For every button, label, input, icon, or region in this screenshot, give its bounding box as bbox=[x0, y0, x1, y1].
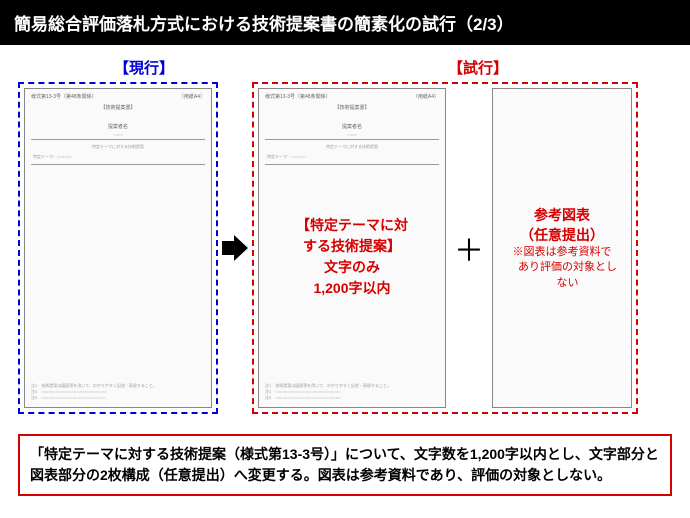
doc-trial-a: 様式第13-3号（第48条関係） （用紙A4） 【技術提案書】 提案者名 ○○○… bbox=[258, 88, 446, 408]
current-group: 様式第13-3号（第48条関係） （用紙A4） 【技術提案書】 提案者名 ○○○… bbox=[18, 82, 218, 414]
trial-b-note3: ない bbox=[540, 276, 585, 291]
main-content: 【現行】 【試行】 様式第13-3号（第48条関係） （用紙A4） 【技術提案書… bbox=[0, 45, 690, 424]
doc-trial-a-body: 【特定テーマに対 する技術提案】 文字のみ 1,200字以内 bbox=[259, 167, 445, 347]
doc-trial-a-line1: ○○○○ bbox=[259, 132, 445, 137]
trial-b-sub1: （任意提出） bbox=[520, 225, 604, 245]
labels-row: 【現行】 【試行】 bbox=[18, 57, 672, 78]
doc-current-section2: 特定テーマ：○○○○○○ bbox=[25, 152, 211, 162]
trial-group: 様式第13-3号（第48条関係） （用紙A4） 【技術提案書】 提案者名 ○○○… bbox=[252, 82, 638, 414]
doc-trial-a-form-no: 様式第13-3号（第48条関係） bbox=[265, 93, 331, 100]
doc-hr2 bbox=[31, 164, 205, 165]
doc-current-foot: 注1 技術提案は図面等を用いて、わかりやすく記述・表現すること。 注2 ○○○○… bbox=[31, 383, 205, 401]
doc-trial-b: 参考図表 （任意提出） ※図表は参考資料で あり評価の対象とし ない bbox=[492, 88, 632, 408]
summary-box: 「特定テーマに対する技術提案（様式第13-3号）」について、文字数を1,200字… bbox=[18, 434, 672, 496]
trial-b-title: 参考図表 bbox=[534, 205, 590, 225]
doc-current: 様式第13-3号（第48条関係） （用紙A4） 【技術提案書】 提案者名 ○○○… bbox=[24, 88, 212, 408]
doc-current-title: 【技術提案書】 bbox=[25, 102, 211, 117]
doc-trial-a-foot: 注1 技術提案は図面等を用いて、わかりやすく記述・表現すること。 注2 ○○○○… bbox=[265, 383, 439, 401]
doc-trial-a-hr1 bbox=[265, 139, 439, 140]
doc-current-body bbox=[25, 167, 211, 347]
doc-current-line1: ○○○○ bbox=[25, 132, 211, 137]
doc-trial-a-paper-size: （用紙A4） bbox=[413, 93, 439, 100]
label-trial: 【試行】 bbox=[284, 57, 672, 78]
trial-b-note2: あり評価の対象とし bbox=[501, 260, 623, 275]
trial-a-l3: 文字のみ bbox=[324, 257, 380, 278]
doc-trial-a-sub: 提案者名 bbox=[259, 117, 445, 132]
label-current: 【現行】 bbox=[44, 57, 244, 78]
panels-row: 様式第13-3号（第48条関係） （用紙A4） 【技術提案書】 提案者名 ○○○… bbox=[18, 82, 672, 414]
doc-trial-a-section2: 特定テーマ：○○○○○○ bbox=[259, 152, 445, 162]
doc-paper-size: （用紙A4） bbox=[179, 93, 205, 100]
doc-form-no: 様式第13-3号（第48条関係） bbox=[31, 93, 97, 100]
arrow-icon bbox=[218, 233, 252, 263]
doc-trial-a-header: 様式第13-3号（第48条関係） （用紙A4） bbox=[259, 89, 445, 102]
trial-a-l2: する技術提案】 bbox=[303, 236, 401, 257]
trial-a-l4: 1,200字以内 bbox=[313, 278, 390, 299]
doc-trial-a-title: 【技術提案書】 bbox=[259, 102, 445, 117]
plus-icon: ＋ bbox=[452, 226, 486, 270]
trial-a-l1: 【特定テーマに対 bbox=[296, 215, 408, 236]
doc-trial-a-section: 特定テーマに対する技術提案 bbox=[259, 142, 445, 152]
page-title: 簡易総合評価落札方式における技術提案書の簡素化の試行（2/3） bbox=[0, 0, 690, 45]
trial-b-note1: ※図表は参考資料で bbox=[507, 245, 618, 260]
doc-current-header: 様式第13-3号（第48条関係） （用紙A4） bbox=[25, 89, 211, 102]
doc-trial-a-hr2 bbox=[265, 164, 439, 165]
doc-hr1 bbox=[31, 139, 205, 140]
doc-current-sub: 提案者名 bbox=[25, 117, 211, 132]
doc-current-section: 特定テーマに対する技術提案 bbox=[25, 142, 211, 152]
